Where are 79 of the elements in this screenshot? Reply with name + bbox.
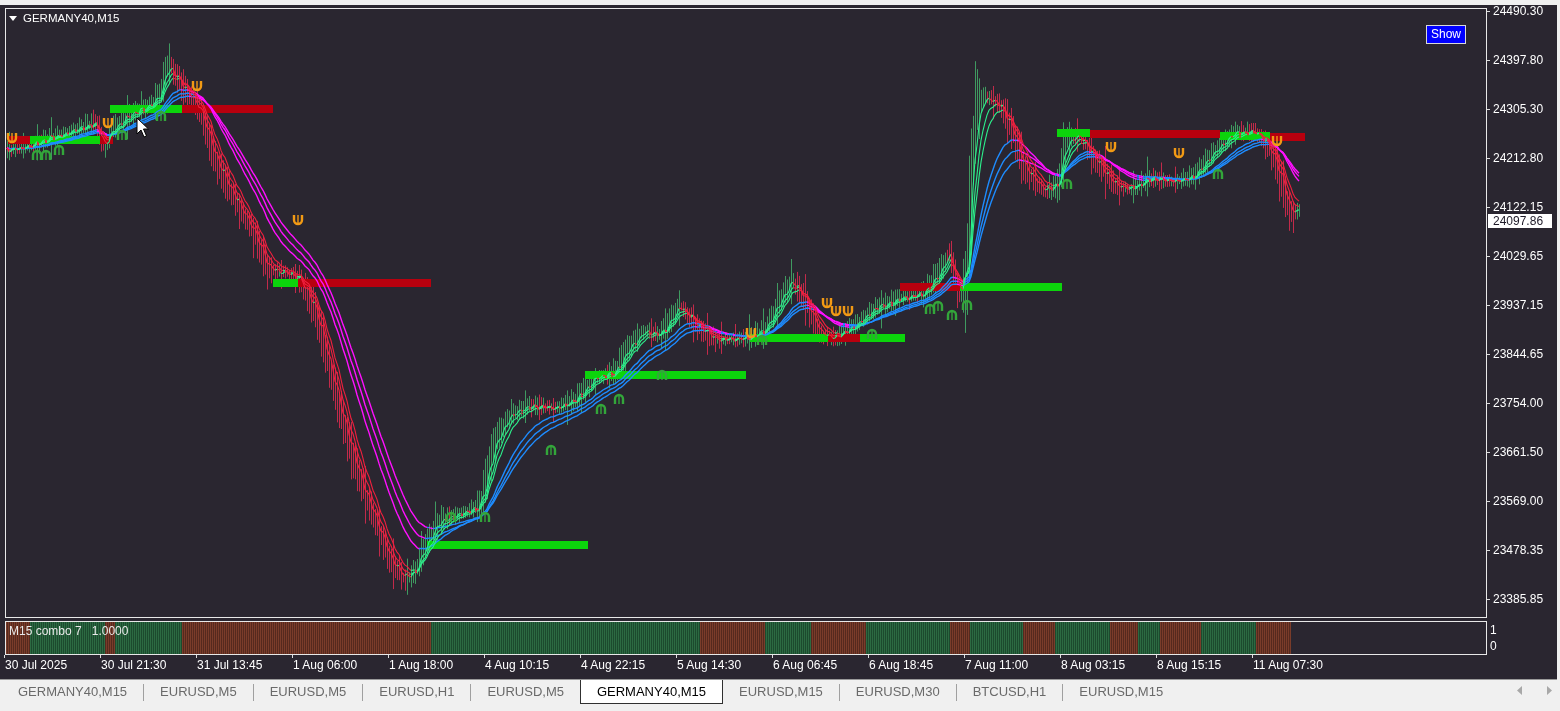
mouse-pointer-icon [136, 117, 149, 138]
time-axis-label: 8 Aug 15:15 [1157, 658, 1222, 672]
chart-tab[interactable]: EURUSD,H1 [363, 680, 471, 704]
arch-marker-icon [866, 328, 878, 340]
arch-marker-icon [40, 149, 52, 161]
price-axis-label: 24490.30 [1493, 5, 1544, 18]
time-axis-label: 4 Aug 22:15 [581, 658, 646, 672]
horseshoe-marker-icon [821, 297, 833, 309]
price-axis-label: 24212.80 [1493, 152, 1544, 165]
arch-marker-icon [31, 149, 43, 161]
scroll-left-icon[interactable] [1517, 686, 1522, 695]
arch-marker-icon [1212, 168, 1224, 180]
price-axis-label: 23754.00 [1493, 397, 1544, 410]
indicator-scale-label: 0 [1490, 639, 1497, 653]
time-axis-label: 30 Jul 2025 [5, 658, 68, 672]
indicator-value: 1.0000 [91, 624, 129, 638]
caret-icon[interactable] [9, 15, 17, 21]
arch-marker-icon [613, 393, 625, 405]
arch-marker-icon [116, 129, 128, 141]
horseshoe-marker-icon [1173, 147, 1185, 159]
time-axis-label: 1 Aug 06:00 [293, 658, 358, 672]
time-axis-label: 11 Aug 07:30 [1253, 658, 1323, 672]
arch-marker-icon [1061, 178, 1073, 190]
arch-marker-icon [545, 444, 557, 456]
chart-tab[interactable]: EURUSD,M15 [723, 680, 839, 704]
horseshoe-marker-icon [1105, 141, 1117, 153]
chart-title: GERMANY40,M15 [23, 11, 120, 25]
time-axis-label: 7 Aug 11:00 [965, 658, 1029, 672]
arch-marker-icon [656, 369, 668, 381]
time-axis-label: 6 Aug 06:45 [773, 658, 838, 672]
arch-marker-icon [946, 309, 958, 321]
arch-marker-icon [756, 334, 768, 346]
arch-marker-icon [479, 511, 491, 523]
chart-tab[interactable]: GERMANY40,M15 [2, 680, 144, 704]
histogram-segment [765, 622, 811, 654]
arch-marker-icon [595, 403, 607, 415]
chart-tab[interactable]: EURUSD,M5 [144, 680, 253, 704]
time-axis-label: 30 Jul 21:30 [101, 658, 167, 672]
arch-marker-icon [961, 299, 973, 311]
horseshoe-marker-icon [842, 305, 854, 317]
price-axis-label: 23844.65 [1493, 348, 1544, 361]
horseshoe-marker-icon [6, 132, 18, 144]
price-axis-label: 23478.35 [1493, 544, 1544, 557]
time-axis-label: 31 Jul 13:45 [197, 658, 263, 672]
price-axis-label: 24397.80 [1493, 54, 1544, 67]
chart-tab[interactable]: EURUSD,M5 [253, 680, 363, 704]
arch-marker-icon [932, 300, 944, 312]
indicator-name: M15 combo 7 [9, 624, 82, 638]
indicator-scale-label: 1 [1490, 623, 1497, 637]
current-price-label: 24097.86 [1488, 214, 1552, 228]
time-axis-label: 8 Aug 03:15 [1061, 658, 1126, 672]
price-axis-label: 23661.50 [1493, 446, 1544, 459]
horseshoe-marker-icon [292, 214, 304, 226]
scroll-right-icon[interactable] [1547, 686, 1552, 695]
chart-tab[interactable]: EURUSD,M30 [839, 680, 956, 704]
time-axis-label: 6 Aug 18:45 [869, 658, 934, 672]
show-button[interactable]: Show [1425, 25, 1466, 44]
arch-marker-icon [53, 144, 65, 156]
arch-marker-icon [924, 303, 936, 315]
chart-tab[interactable]: EURUSD,M5 [471, 680, 580, 704]
time-axis-label: 4 Aug 10:15 [485, 658, 550, 672]
chart-tab[interactable]: EURUSD,M15 [1063, 680, 1180, 704]
price-axis-label: 23385.85 [1493, 593, 1544, 606]
price-axis-label: 23937.15 [1493, 299, 1544, 312]
price-axis-label: 24029.65 [1493, 250, 1544, 263]
horseshoe-marker-icon [191, 80, 203, 92]
horseshoe-marker-icon [1271, 135, 1283, 147]
arch-marker-icon [155, 110, 167, 122]
chart-tab[interactable]: BTCUSD,H1 [956, 680, 1063, 704]
time-axis-label: 5 Aug 14:30 [677, 658, 742, 672]
price-axis-label: 23569.00 [1493, 495, 1544, 508]
time-axis-label: 1 Aug 18:00 [389, 658, 454, 672]
price-axis-label: 24122.15 [1493, 201, 1544, 214]
horseshoe-marker-icon [745, 327, 757, 339]
horseshoe-marker-icon [102, 117, 114, 129]
horseshoe-marker-icon [830, 305, 842, 317]
price-axis-label: 24305.30 [1493, 103, 1544, 116]
arch-marker-icon [445, 511, 457, 523]
chart-tab[interactable]: GERMANY40,M15 [579, 680, 724, 704]
